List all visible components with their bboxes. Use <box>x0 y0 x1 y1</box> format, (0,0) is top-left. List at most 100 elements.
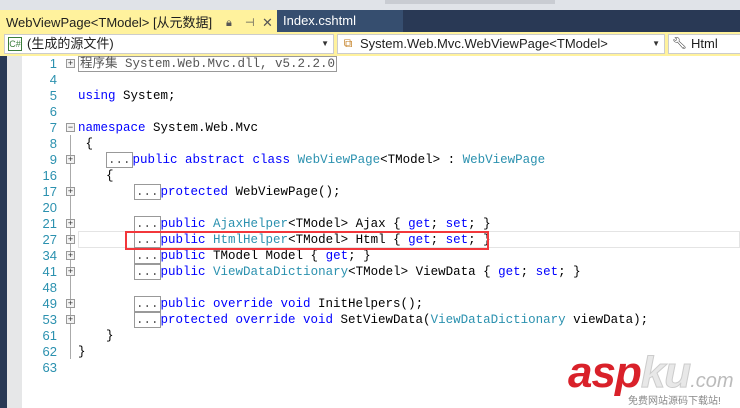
code-token: System; <box>115 89 176 103</box>
watermark-brand2: ku <box>640 348 691 398</box>
code-text: ... protected override void SetViewData(V… <box>134 312 648 328</box>
code-line[interactable]: 4 <box>7 72 740 88</box>
tab-index-cshtml[interactable]: Index.cshtml <box>277 10 403 32</box>
line-number: 5 <box>49 88 57 103</box>
annotation-red-box <box>125 231 489 250</box>
member-dropdown[interactable]: 🔧︎ Html <box>668 34 740 54</box>
code-line[interactable]: 16 { <box>7 168 740 184</box>
expand-icon[interactable]: + <box>66 299 75 308</box>
tab-label: Index.cshtml <box>283 13 356 28</box>
collapsed-region[interactable]: ... <box>134 184 161 200</box>
expand-icon[interactable]: + <box>66 187 75 196</box>
type-token: ViewDataDictionary <box>430 313 566 327</box>
code-token: ; <box>430 217 446 231</box>
keyword-token: public override void <box>160 297 311 311</box>
collapse-icon[interactable]: − <box>66 123 75 132</box>
collapsed-region[interactable]: ... <box>134 264 161 280</box>
code-token: { <box>78 137 94 151</box>
code-text: ... public override void InitHelpers(); <box>134 296 423 312</box>
collapsed-region[interactable]: ... <box>106 152 133 168</box>
code-line[interactable]: 5 using System; <box>7 88 740 104</box>
tab-label: WebViewPage<TModel> [从元数据] <box>6 15 213 30</box>
line-number: 6 <box>49 104 57 119</box>
keyword-token: protected override void <box>160 313 334 327</box>
navigation-bar: C# (生成的源文件) ▼ ⧉ System.Web.Mvc.WebViewPa… <box>0 32 740 56</box>
expand-icon[interactable]: + <box>66 59 75 68</box>
collapsed-region[interactable]: 程序集 System.Web.Mvc.dll, v5.2.2.0 <box>78 56 338 72</box>
line-number: 9 <box>49 152 57 167</box>
document-tabs: WebViewPage<TModel> [从元数据] 🔒︎ ⊣ ✕ Index.… <box>0 10 740 32</box>
code-token: } <box>106 329 114 343</box>
expand-icon[interactable]: + <box>66 315 75 324</box>
expand-icon[interactable]: + <box>66 219 75 228</box>
code-line[interactable]: 17 +... protected WebViewPage(); <box>7 184 740 200</box>
collapsed-region[interactable]: ... <box>134 216 161 232</box>
project-dropdown[interactable]: C# (生成的源文件) ▼ <box>4 34 334 54</box>
collapsed-region[interactable]: ... <box>134 312 161 328</box>
code-text: ... public abstract class WebViewPage<TMo… <box>106 152 545 168</box>
csharp-icon: C# <box>8 37 22 51</box>
code-line[interactable]: 9 + ... public abstract class WebViewPage<T… <box>7 152 740 168</box>
code-line[interactable]: 49 +... public override void InitHelpers()… <box>7 296 740 312</box>
code-token: } <box>78 345 86 359</box>
expand-icon[interactable]: + <box>66 155 75 164</box>
code-text: { <box>106 168 114 184</box>
keyword-token: set <box>445 217 469 231</box>
pin-icon[interactable]: ⊣ <box>245 12 255 34</box>
keyword-token: using <box>78 89 116 103</box>
code-token: <TModel> Ajax { <box>288 217 409 231</box>
code-text: ... protected WebViewPage(); <box>134 184 341 200</box>
member-dropdown-value: Html <box>691 36 718 51</box>
type-token: WebViewPage <box>297 153 381 167</box>
type-dropdown[interactable]: ⧉ System.Web.Mvc.WebViewPage<TModel> ▼ <box>337 34 665 54</box>
code-line[interactable]: 53 +... protected override void SetViewDat… <box>7 312 740 328</box>
expand-icon[interactable]: + <box>66 235 75 244</box>
code-line[interactable]: 1 + 程序集 System.Web.Mvc.dll, v5.2.2.0 <box>7 56 740 72</box>
code-token: ; } <box>558 265 581 279</box>
collapsed-region[interactable]: ... <box>134 296 161 312</box>
collapsed-region[interactable]: ... <box>134 248 161 264</box>
code-text: } <box>106 328 114 344</box>
keyword-token: protected <box>160 185 229 199</box>
close-icon[interactable]: ✕ <box>262 12 273 34</box>
wrench-icon: 🔧︎ <box>672 36 688 50</box>
type-token: AjaxHelper <box>213 217 289 231</box>
aspku-watermark-logo: aspku.com 免费网站源码下载站! <box>568 348 734 408</box>
watermark-brand: asp <box>568 348 642 397</box>
chevron-down-icon: ▼ <box>321 39 329 48</box>
code-token: WebViewPage(); <box>228 185 341 199</box>
watermark-tagline: 免费网站源码下载站! <box>628 396 721 407</box>
expand-icon[interactable]: + <box>66 267 75 276</box>
code-line[interactable]: 61} <box>7 328 740 344</box>
code-text: namespace System.Web.Mvc <box>78 120 258 136</box>
code-token: ; } <box>348 249 371 263</box>
code-line[interactable]: 21 +... public AjaxHelper<TModel> Ajax { g… <box>7 216 740 232</box>
project-dropdown-value: (生成的源文件) <box>27 36 114 51</box>
tab-webviewpage[interactable]: WebViewPage<TModel> [从元数据] 🔒︎ ⊣ ✕ <box>0 10 277 32</box>
line-number: 16 <box>42 168 57 183</box>
code-token: { <box>106 169 114 183</box>
type-token: ViewDataDictionary <box>213 265 349 279</box>
code-token: TModel Model { <box>205 249 326 263</box>
line-number: 61 <box>42 328 57 343</box>
class-icon: ⧉ <box>343 36 353 50</box>
code-line[interactable]: 8 { <box>7 136 740 152</box>
code-line[interactable]: 6 <box>7 104 740 120</box>
code-line[interactable]: 20 <box>7 200 740 216</box>
code-token: InitHelpers(); <box>310 297 424 311</box>
line-number: 17 <box>42 184 57 199</box>
code-line[interactable]: 48 <box>7 280 740 296</box>
line-number: 63 <box>42 360 57 375</box>
code-line[interactable]: 34 +... public TModel Model { get; } <box>7 248 740 264</box>
code-line[interactable]: 7− namespace System.Web.Mvc <box>7 120 740 136</box>
keyword-token: set <box>535 265 559 279</box>
code-line[interactable]: 41 +... public ViewDataDictionary<TModel> … <box>7 264 740 280</box>
keyword-token: public <box>160 249 206 263</box>
expand-icon[interactable]: + <box>66 251 75 260</box>
keyword-token: public <box>160 265 206 279</box>
code-token: System.Web.Mvc <box>145 121 259 135</box>
code-token: ; } <box>468 217 491 231</box>
code-text: } <box>78 344 86 360</box>
